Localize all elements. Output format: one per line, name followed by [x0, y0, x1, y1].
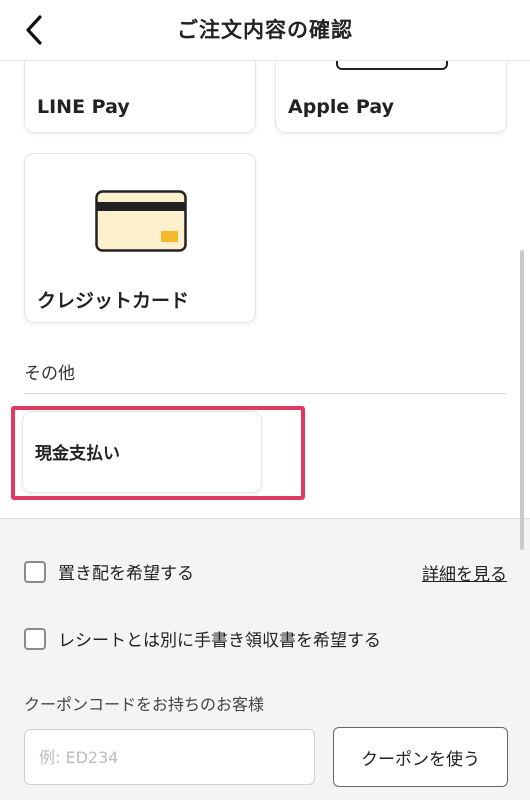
apply-coupon-button[interactable]: クーポンを使う [333, 727, 508, 787]
coupon-label: クーポンコードをお持ちのお客様 [24, 695, 265, 714]
coupon-code-input[interactable] [24, 729, 315, 785]
apple-pay-logo-icon [336, 61, 448, 70]
payment-option-apple-pay[interactable]: Apple Pay [275, 61, 507, 133]
receipt-checkbox[interactable] [24, 627, 46, 650]
credit-card-label: クレジットカード [37, 290, 190, 312]
okihai-option[interactable]: 置き配を希望する [24, 559, 194, 584]
other-section-label: その他 [24, 364, 75, 384]
payment-method-section: LINE Pay Apple Pay クレジットカード その他 現金支払い [0, 61, 530, 519]
highlight-annotation [11, 406, 305, 500]
details-link[interactable]: 詳細を見る [422, 560, 507, 585]
receipt-label: レシートとは別に手書き領収書を希望する [58, 631, 381, 651]
section-divider [24, 393, 507, 394]
line-pay-label: LINE Pay [37, 96, 130, 118]
payment-option-credit-card[interactable]: クレジットカード [24, 153, 256, 323]
payment-option-line-pay[interactable]: LINE Pay [24, 61, 256, 133]
receipt-option[interactable]: レシートとは別に手書き領収書を希望する [24, 626, 381, 651]
scrollbar[interactable] [520, 250, 524, 550]
page-title: ご注文内容の確認 [177, 18, 353, 42]
okihai-checkbox[interactable] [24, 560, 46, 583]
header-bar: ご注文内容の確認 [0, 0, 530, 61]
apple-pay-label: Apple Pay [288, 96, 394, 118]
credit-card-icon [95, 190, 187, 252]
okihai-label: 置き配を希望する [58, 564, 194, 584]
